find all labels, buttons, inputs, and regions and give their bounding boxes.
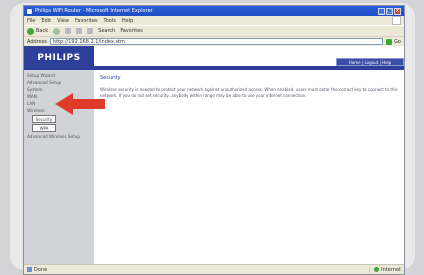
red-pointer-arrow-icon <box>55 93 105 115</box>
maximize-button[interactable]: □ <box>386 7 393 15</box>
window-controls: _ □ × <box>378 7 401 15</box>
menu-view[interactable]: View <box>57 18 69 24</box>
status-text-area: Done <box>27 267 369 273</box>
stop-icon[interactable] <box>65 28 72 34</box>
status-text: Done <box>34 266 48 273</box>
security-zone: Internet <box>369 266 401 273</box>
page-title: Security <box>100 75 121 81</box>
minimize-button[interactable]: _ <box>378 7 385 15</box>
go-button[interactable]: Go <box>386 38 401 45</box>
search-button[interactable]: Search <box>98 28 115 34</box>
address-input[interactable]: http://192.168.2.1/index.stm <box>49 38 384 45</box>
main-panel: Security Wireless security is needed to … <box>94 70 404 264</box>
back-arrow-icon <box>27 27 34 35</box>
sidebar-button-security[interactable]: Security <box>32 115 56 123</box>
address-bar: Address http://192.168.2.1/index.stm Go <box>24 36 404 46</box>
page-icon <box>27 267 32 272</box>
menu-edit[interactable]: Edit <box>41 18 51 24</box>
page-description: Wireless security is needed to protect y… <box>100 87 398 98</box>
menu-file[interactable]: File <box>27 18 35 24</box>
window-title: Philips WiFi Router - Microsoft Internet… <box>35 8 153 14</box>
menu-bar: File Edit View Favorites Tools Help <box>24 16 404 25</box>
page-banner: PHILIPS Home | Logout | Help <box>24 46 404 70</box>
sidebar-button-wpa[interactable]: WPA <box>32 124 56 132</box>
go-arrow-icon <box>386 38 393 45</box>
page-content: PHILIPS Home | Logout | Help Setup Wizar… <box>24 46 404 264</box>
menu-tools[interactable]: Tools <box>104 18 116 24</box>
menu-favorites[interactable]: Favorites <box>75 18 98 24</box>
title-bar: Philips WiFi Router - Microsoft Internet… <box>24 6 404 16</box>
sidebar-item-advanced-wireless[interactable]: Advanced Wireless Setup <box>24 133 94 140</box>
browser-window: Philips WiFi Router - Microsoft Internet… <box>23 5 405 275</box>
back-label: Back <box>36 28 49 34</box>
home-icon[interactable] <box>87 28 94 34</box>
tool-bar: Back Search Favorites <box>24 25 404 36</box>
go-label: Go <box>394 38 401 45</box>
address-label: Address <box>27 38 47 45</box>
zone-label: Internet <box>381 266 401 273</box>
favorites-button[interactable]: Favorites <box>120 28 143 34</box>
browser-icon <box>27 8 32 14</box>
close-button[interactable]: × <box>394 7 401 15</box>
sidebar-item-system[interactable]: System <box>24 86 94 93</box>
windows-logo-icon <box>392 16 401 25</box>
sidebar-item-setup-wizard[interactable]: Setup Wizard <box>24 72 94 79</box>
sidebar-item-advanced-setup[interactable]: Advanced Setup <box>24 79 94 86</box>
forward-arrow-icon[interactable] <box>53 27 61 35</box>
back-button[interactable]: Back <box>27 27 49 35</box>
refresh-icon[interactable] <box>76 28 83 34</box>
menu-help[interactable]: Help <box>122 18 133 24</box>
top-nav-links[interactable]: Home | Logout | Help <box>336 58 404 66</box>
status-bar: Done Internet <box>24 264 404 274</box>
internet-zone-icon <box>374 267 380 272</box>
